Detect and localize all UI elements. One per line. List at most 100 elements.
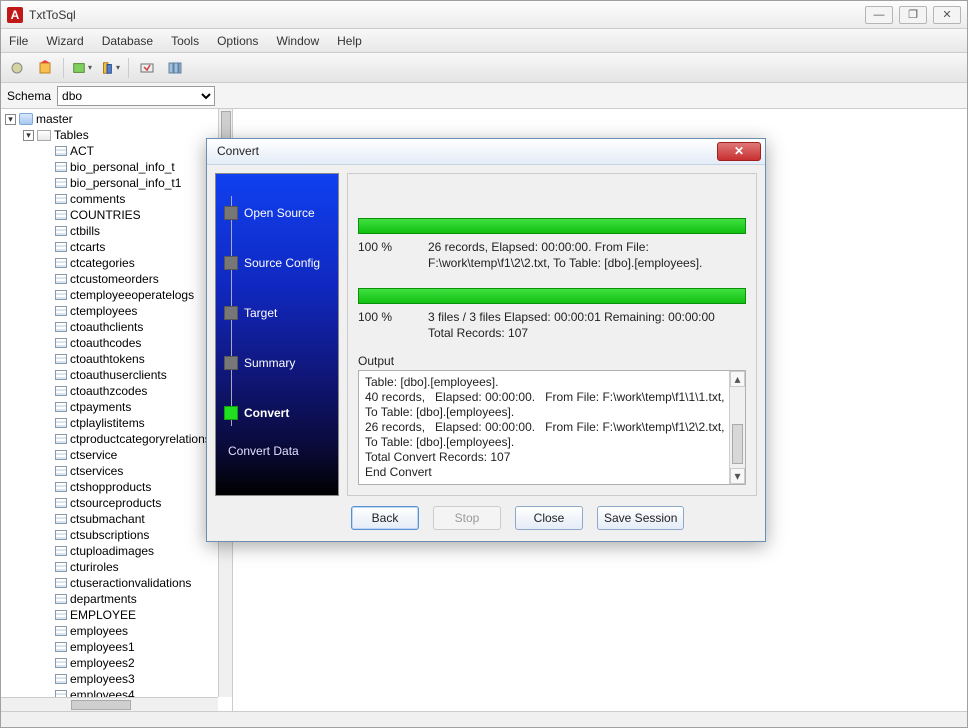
output-box[interactable]: Table: [dbo].[employees]. 40 records, El… <box>358 370 746 485</box>
app-title: TxtToSql <box>29 8 865 22</box>
tree-table-item[interactable]: ctservices <box>41 463 232 479</box>
window-close-button[interactable]: ✕ <box>933 6 961 24</box>
tree-table-item[interactable]: ctoauthtokens <box>41 351 232 367</box>
tree-table-item[interactable]: ctoauthzcodes <box>41 383 232 399</box>
tree-table-item[interactable]: employees <box>41 623 232 639</box>
tree-table-item[interactable]: ctproductcategoryrelations <box>41 431 232 447</box>
menu-wizard[interactable]: Wizard <box>46 34 83 48</box>
tree-table-item[interactable]: bio_personal_info_t <box>41 159 232 175</box>
toolbar-btn-5[interactable] <box>137 58 157 78</box>
window-minimize-button[interactable]: — <box>865 6 893 24</box>
tree-table-item[interactable]: ctuseractionvalidations <box>41 575 232 591</box>
dialog-close-button[interactable]: ✕ <box>717 142 761 161</box>
tree-table-item[interactable]: ctemployees <box>41 303 232 319</box>
table-icon <box>55 530 67 540</box>
tree-table-label: ctsubmachant <box>70 511 145 527</box>
progress-bar-1 <box>358 218 746 234</box>
tree-table-item[interactable]: employees3 <box>41 671 232 687</box>
menu-window[interactable]: Window <box>276 34 319 48</box>
table-icon <box>55 594 67 604</box>
wizard-step-convert[interactable]: Convert <box>224 388 338 438</box>
tree-table-item[interactable]: ctcategories <box>41 255 232 271</box>
wizard-step-summary[interactable]: Summary <box>224 338 338 388</box>
menu-database[interactable]: Database <box>102 34 153 48</box>
window-maximize-button[interactable]: ❐ <box>899 6 927 24</box>
tree-horizontal-scrollbar[interactable] <box>1 697 218 711</box>
table-icon <box>55 162 67 172</box>
output-scrollbar[interactable]: ▴ ▾ <box>729 371 745 484</box>
tree-table-item[interactable]: ctshopproducts <box>41 479 232 495</box>
scroll-up-icon[interactable]: ▴ <box>730 371 745 387</box>
table-icon <box>55 306 67 316</box>
schema-select[interactable]: dbo <box>57 86 215 106</box>
tree-table-label: employees1 <box>70 639 135 655</box>
tree-table-label: ctservices <box>70 463 123 479</box>
table-icon <box>55 610 67 620</box>
tree-table-item[interactable]: ctcarts <box>41 239 232 255</box>
menu-help[interactable]: Help <box>337 34 362 48</box>
scroll-down-icon[interactable]: ▾ <box>730 468 745 484</box>
tree-table-item[interactable]: ctpayments <box>41 399 232 415</box>
tree-tables[interactable]: ▾Tables ACTbio_personal_info_tbio_person… <box>23 127 232 697</box>
tree-pane: ▾master ▾Tables ACTbio_personal_info_tbi… <box>1 109 233 711</box>
progress-area: 100 % 26 records, Elapsed: 00:00:00. Fro… <box>347 173 757 496</box>
titlebar: A TxtToSql — ❐ ✕ <box>1 1 967 29</box>
tree-table-label: ACT <box>70 143 94 159</box>
back-button[interactable]: Back <box>351 506 419 530</box>
tree-table-item[interactable]: ctuploadimages <box>41 543 232 559</box>
tree-table-label: departments <box>70 591 137 607</box>
tree-table-label: ctproductcategoryrelations <box>70 431 211 447</box>
tree-table-item[interactable]: ACT <box>41 143 232 159</box>
tree-table-item[interactable]: ctsubmachant <box>41 511 232 527</box>
toolbar-btn-6[interactable] <box>165 58 185 78</box>
tree-table-item[interactable]: employees1 <box>41 639 232 655</box>
tree-table-label: ctbills <box>70 223 100 239</box>
save-session-button[interactable]: Save Session <box>597 506 684 530</box>
progress1-line1: 26 records, Elapsed: 00:00:00. From File… <box>428 240 649 254</box>
tree-table-item[interactable]: ctemployeeoperatelogs <box>41 287 232 303</box>
tree-table-item[interactable]: ctplaylistitems <box>41 415 232 431</box>
toolbar-btn-1[interactable] <box>7 58 27 78</box>
table-icon <box>55 578 67 588</box>
tree-table-label: ctemployeeoperatelogs <box>70 287 194 303</box>
progress1-percent: 100 % <box>358 240 408 254</box>
tree-table-item[interactable]: cturiroles <box>41 559 232 575</box>
table-icon <box>55 338 67 348</box>
tree-table-item[interactable]: ctoauthclients <box>41 319 232 335</box>
table-icon <box>55 626 67 636</box>
tree-table-item[interactable]: ctcustomeorders <box>41 271 232 287</box>
table-icon <box>55 498 67 508</box>
wizard-step-source-config[interactable]: Source Config <box>224 238 338 288</box>
tree-table-item[interactable]: EMPLOYEE <box>41 607 232 623</box>
close-button[interactable]: Close <box>515 506 583 530</box>
tree-table-label: EMPLOYEE <box>70 607 136 623</box>
tree-table-item[interactable]: ctoauthcodes <box>41 335 232 351</box>
toolbar-separator-2 <box>128 58 129 78</box>
tree-table-label: ctshopproducts <box>70 479 151 495</box>
tree-table-item[interactable]: employees2 <box>41 655 232 671</box>
database-icon <box>19 113 33 125</box>
tree-table-label: ctoauthcodes <box>70 335 141 351</box>
tree-table-item[interactable]: COUNTRIES <box>41 207 232 223</box>
tree-table-item[interactable]: bio_personal_info_t1 <box>41 175 232 191</box>
tree-table-item[interactable]: ctsourceproducts <box>41 495 232 511</box>
wizard-subtitle: Convert Data <box>228 444 338 458</box>
menu-file[interactable]: File <box>9 34 28 48</box>
tree-table-item[interactable]: comments <box>41 191 232 207</box>
table-icon <box>55 514 67 524</box>
tree-table-item[interactable]: ctservice <box>41 447 232 463</box>
toolbar-btn-4[interactable] <box>100 58 120 78</box>
menu-tools[interactable]: Tools <box>171 34 199 48</box>
wizard-step-open-source[interactable]: Open Source <box>224 188 338 238</box>
wizard-step-target[interactable]: Target <box>224 288 338 338</box>
tree-table-item[interactable]: ctsubscriptions <box>41 527 232 543</box>
menu-options[interactable]: Options <box>217 34 258 48</box>
convert-dialog: Convert ✕ Open Source Source Config Targ… <box>206 138 766 542</box>
toolbar-btn-3[interactable] <box>72 58 92 78</box>
tree-table-item[interactable]: ctbills <box>41 223 232 239</box>
tree-root[interactable]: ▾master ▾Tables ACTbio_personal_info_tbi… <box>5 111 232 697</box>
tree-table-item[interactable]: departments <box>41 591 232 607</box>
tree-table-item[interactable]: ctoauthuserclients <box>41 367 232 383</box>
toolbar-btn-2[interactable] <box>35 58 55 78</box>
tree-table-item[interactable]: employees4 <box>41 687 232 697</box>
